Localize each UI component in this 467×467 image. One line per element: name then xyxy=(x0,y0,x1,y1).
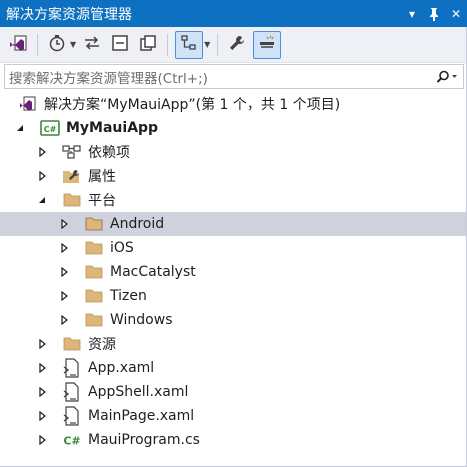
vs-solution-icon xyxy=(8,33,28,57)
folder-icon xyxy=(84,286,104,306)
collapsed-arrow-icon[interactable] xyxy=(58,212,70,236)
tree-item-windows[interactable]: Windows xyxy=(0,308,467,332)
show-all-files-button[interactable] xyxy=(136,31,160,59)
collapsed-arrow-icon[interactable] xyxy=(58,260,70,284)
tree-item-app-xaml[interactable]: App.xaml xyxy=(0,356,467,380)
collapsed-arrow-icon[interactable] xyxy=(36,332,48,356)
tree-view-icon xyxy=(181,34,197,55)
window-menu-dropdown-icon[interactable]: ▾ xyxy=(401,0,423,27)
solution-icon xyxy=(18,94,38,114)
collapsed-arrow-icon[interactable] xyxy=(58,236,70,260)
folder-icon xyxy=(84,310,104,330)
dependencies-label: 依赖项 xyxy=(88,145,130,161)
dependencies-icon xyxy=(62,142,82,162)
wrench-icon xyxy=(228,34,246,56)
collapsed-arrow-icon[interactable] xyxy=(36,380,48,404)
project-label: MyMauiApp xyxy=(66,120,159,136)
csharp-file-icon: C# xyxy=(62,430,82,450)
preview-selected-items-button[interactable] xyxy=(253,30,282,59)
chevron-down-icon[interactable]: ▼ xyxy=(70,40,76,49)
tree-item-mainpage-xaml[interactable]: MainPage.xaml xyxy=(0,404,467,428)
search-input[interactable]: 搜索解决方案资源管理器(Ctrl+;) xyxy=(5,67,431,87)
platform-label: Tizen xyxy=(110,288,147,304)
collapsed-arrow-icon[interactable] xyxy=(58,284,70,308)
folder-icon xyxy=(84,262,104,282)
resources-label: 资源 xyxy=(88,337,116,353)
copy-icon xyxy=(139,34,157,56)
tree-item-appshell-xaml[interactable]: AppShell.xaml xyxy=(0,380,467,404)
expanded-arrow-icon[interactable] xyxy=(14,116,26,140)
pin-icon[interactable] xyxy=(423,0,445,27)
collapsed-arrow-icon[interactable] xyxy=(36,356,48,380)
panel-title: 解决方案资源管理器 xyxy=(6,6,132,23)
platform-label: iOS xyxy=(110,240,134,256)
svg-text:C#: C# xyxy=(63,435,80,448)
tree-item-dependencies[interactable]: 依赖项 xyxy=(0,140,467,164)
folder-icon xyxy=(62,334,82,354)
folder-icon xyxy=(84,238,104,258)
tree-item-maccatalyst[interactable]: MacCatalyst xyxy=(0,260,467,284)
collapse-all-button[interactable] xyxy=(108,31,132,59)
file-label: MauiProgram.cs xyxy=(88,432,200,448)
platform-label: MacCatalyst xyxy=(110,264,196,280)
switch-views-button[interactable] xyxy=(6,31,30,59)
collapsed-arrow-icon[interactable] xyxy=(36,404,48,428)
properties-button[interactable] xyxy=(225,31,249,59)
platform-label: Windows xyxy=(110,312,173,328)
solution-explorer-toolbar: ▼ ▼ xyxy=(0,27,467,63)
file-label: MainPage.xaml xyxy=(88,408,195,424)
tree-item-tizen[interactable]: Tizen xyxy=(0,284,467,308)
platforms-label: 平台 xyxy=(88,193,116,209)
tree-item-platforms[interactable]: 平台 xyxy=(0,188,467,212)
collapsed-arrow-icon[interactable] xyxy=(36,140,48,164)
svg-text:C#: C# xyxy=(44,125,57,134)
tree-item-android[interactable]: Android xyxy=(0,212,467,236)
search-box[interactable]: 搜索解决方案资源管理器(Ctrl+;) xyxy=(4,64,464,89)
expanded-arrow-icon[interactable] xyxy=(36,188,48,212)
sync-with-active-document-button[interactable] xyxy=(80,31,104,59)
properties-label: 属性 xyxy=(88,169,116,185)
folder-icon xyxy=(84,214,104,234)
pending-changes-filter-button[interactable] xyxy=(45,31,69,59)
preview-icon xyxy=(258,35,276,55)
toolbar-separator xyxy=(217,33,219,56)
history-icon xyxy=(48,34,66,56)
collapsed-arrow-icon[interactable] xyxy=(58,308,70,332)
toolbar-separator xyxy=(167,33,169,56)
xaml-file-icon xyxy=(62,406,82,426)
toolbar-separator xyxy=(37,33,38,56)
xaml-file-icon xyxy=(62,358,82,378)
close-icon[interactable]: ✕ xyxy=(445,0,467,27)
tree-item-solution[interactable]: 解决方案“MyMauiApp”(第 1 个，共 1 个项目) xyxy=(0,92,467,116)
xaml-file-icon xyxy=(62,382,82,402)
tree-item-project[interactable]: C# MyMauiApp xyxy=(0,116,467,140)
search-icon[interactable] xyxy=(431,70,463,84)
collapse-all-icon xyxy=(111,34,129,56)
collapsed-arrow-icon[interactable] xyxy=(36,428,48,452)
collapsed-arrow-icon[interactable] xyxy=(36,164,48,188)
tree-item-ios[interactable]: iOS xyxy=(0,236,467,260)
folder-icon xyxy=(62,190,82,210)
solution-explorer-titlebar: 解决方案资源管理器 ▾ ✕ xyxy=(0,0,467,27)
csharp-project-icon: C# xyxy=(40,118,60,138)
file-label: App.xaml xyxy=(88,360,155,376)
tree-item-mauiprogram-cs[interactable]: C# MauiProgram.cs xyxy=(0,428,467,452)
properties-folder-icon xyxy=(62,166,82,186)
tree-item-resources[interactable]: 资源 xyxy=(0,332,467,356)
tree-item-properties[interactable]: 属性 xyxy=(0,164,467,188)
solution-label: 解决方案“MyMauiApp”(第 1 个，共 1 个项目) xyxy=(44,97,341,113)
tree-view-toggle-button[interactable] xyxy=(175,30,204,59)
sync-icon xyxy=(83,35,101,54)
file-label: AppShell.xaml xyxy=(88,384,189,400)
chevron-down-icon[interactable]: ▼ xyxy=(204,40,210,49)
platform-label: Android xyxy=(110,216,165,232)
